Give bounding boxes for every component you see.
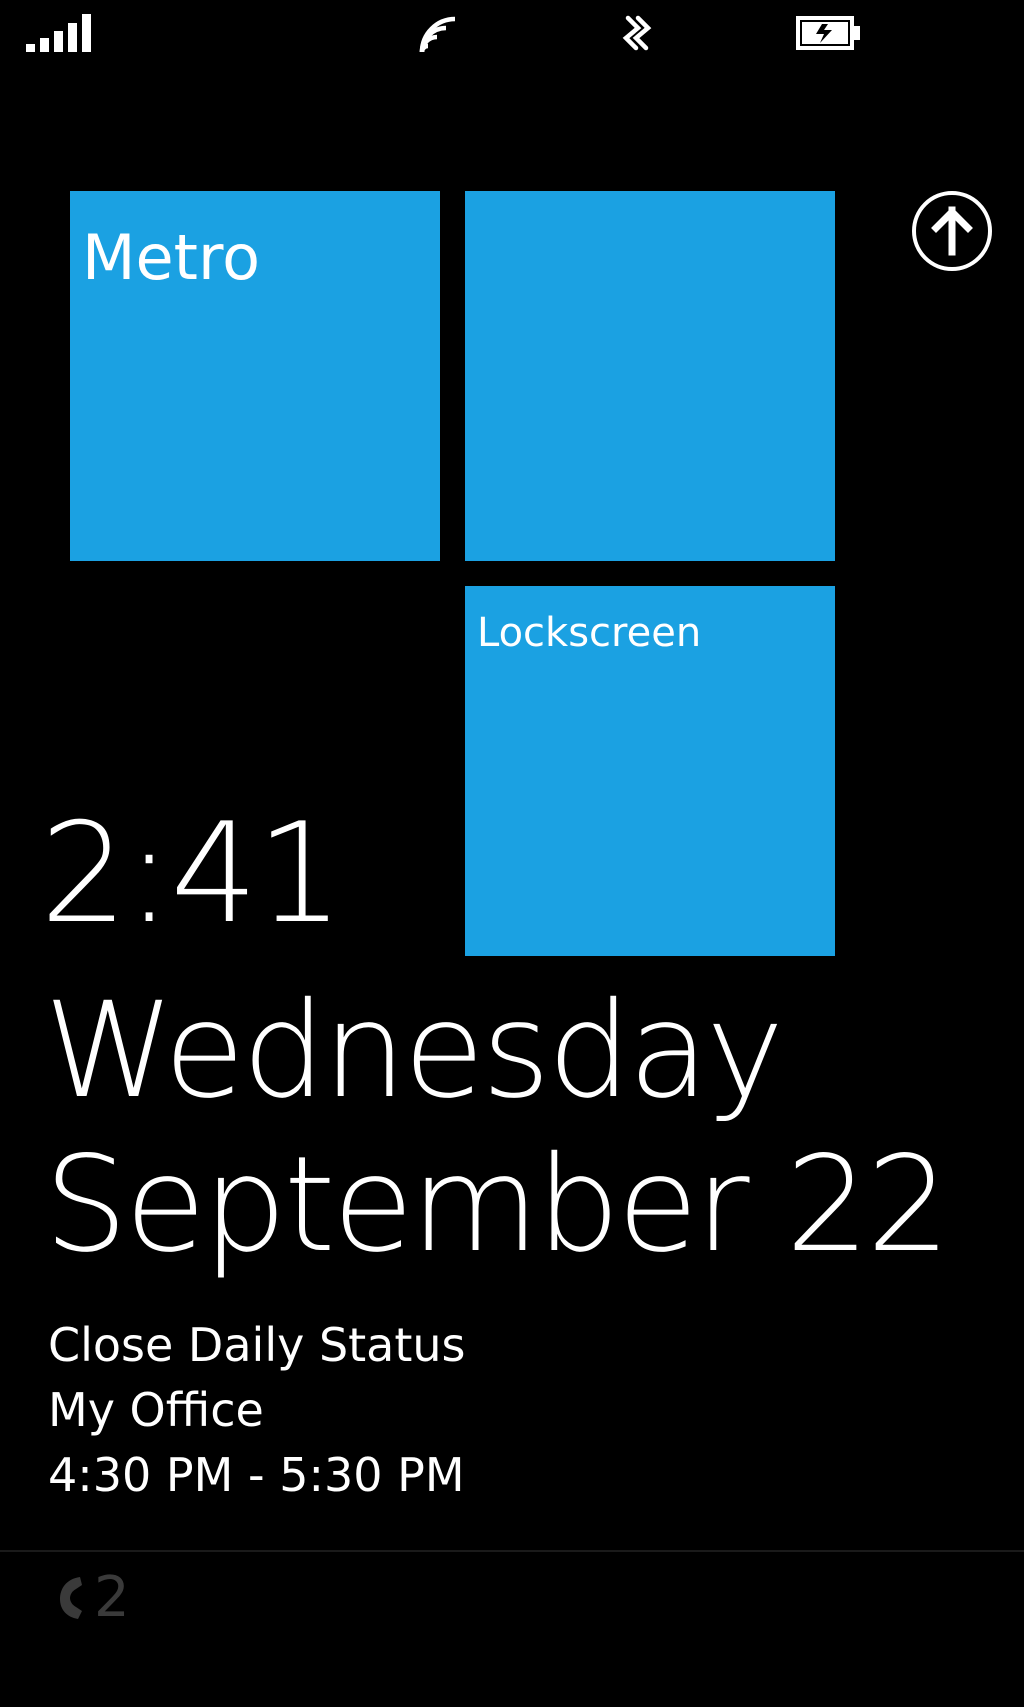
clock-date: September 22	[44, 1128, 951, 1282]
battery-charging-icon	[796, 16, 860, 50]
appointment-location: My Office	[48, 1383, 264, 1437]
missed-call-notification: 2	[56, 1570, 130, 1626]
notification-divider	[0, 1550, 1024, 1552]
clock-time: 2:41	[40, 793, 344, 954]
tile-lockscreen-label: Lockscreen	[477, 610, 702, 656]
signal-strength-icon	[26, 14, 91, 52]
tile-metro[interactable]: Metro	[70, 191, 440, 561]
tile-metro-label: Metro	[82, 221, 261, 294]
appointment-time: 4:30 PM - 5:30 PM	[48, 1448, 465, 1502]
appointment-title: Close Daily Status	[48, 1318, 466, 1372]
data-connection-icon	[622, 15, 652, 51]
unlock-button[interactable]	[912, 191, 992, 271]
clock-day: Wednesday	[44, 974, 784, 1128]
arrow-up-icon	[931, 206, 973, 256]
missed-call-icon	[60, 1577, 82, 1619]
missed-call-count: 2	[94, 1565, 130, 1630]
wifi-icon	[419, 16, 456, 53]
tile-blank[interactable]	[465, 191, 835, 561]
tile-lockscreen[interactable]: Lockscreen	[465, 586, 835, 956]
